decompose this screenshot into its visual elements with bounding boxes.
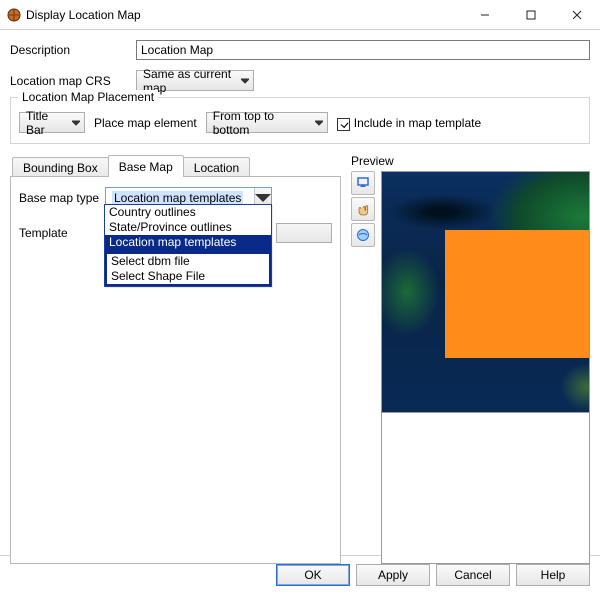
tab-bounding-box[interactable]: Bounding Box [12, 157, 109, 177]
tool-zoom-extent-icon[interactable] [351, 171, 375, 195]
include-template-checkbox[interactable]: Include in map template [337, 116, 481, 130]
placement-group: Location Map Placement Title Bar Place m… [10, 97, 590, 144]
crs-select[interactable]: Same as current map [136, 70, 254, 91]
tab-strip: Bounding Box Base Map Location [10, 154, 341, 176]
tool-pan-icon[interactable] [351, 197, 375, 221]
chevron-down-icon [315, 116, 323, 130]
button-label: Help [541, 568, 566, 582]
apply-button[interactable]: Apply [356, 564, 430, 586]
tool-refresh-icon[interactable] [351, 223, 375, 247]
button-label: Cancel [454, 568, 491, 582]
dropdown-option[interactable]: State/Province outlines [105, 220, 271, 235]
basemap-type-dropdown: Country outlines State/Province outlines… [104, 204, 272, 287]
tab-label: Bounding Box [23, 161, 98, 175]
place-element-label: Place map element [94, 116, 197, 130]
description-label: Description [10, 43, 136, 57]
button-label: OK [304, 568, 321, 582]
dropdown-option[interactable]: Country outlines [105, 205, 271, 220]
chevron-down-icon [72, 116, 80, 130]
template-browse-button[interactable] [276, 223, 332, 243]
basemap-type-value: Location map templates [112, 191, 243, 205]
cancel-button[interactable]: Cancel [436, 564, 510, 586]
button-label: Apply [378, 568, 408, 582]
basemap-type-label: Base map type [19, 191, 105, 205]
map-overlay-rectangle [445, 230, 590, 358]
minimize-button[interactable] [462, 0, 508, 30]
dropdown-option[interactable]: Select dbm file [107, 254, 269, 269]
place-element-select[interactable]: From top to bottom [206, 112, 328, 133]
tab-location[interactable]: Location [183, 157, 250, 177]
tab-label: Base Map [119, 160, 173, 174]
preview-label: Preview [351, 154, 590, 171]
placement-titlebar-value: Title Bar [26, 109, 64, 137]
description-input[interactable] [136, 40, 590, 60]
preview-empty-area [382, 412, 589, 563]
window-title: Display Location Map [26, 8, 141, 22]
placement-titlebar-select[interactable]: Title Bar [19, 112, 85, 133]
basemap-tab-panel: Base map type Location map templates Tem… [10, 176, 341, 564]
chevron-down-icon [241, 74, 249, 88]
place-element-value: From top to bottom [213, 109, 307, 137]
window-titlebar: Display Location Map [0, 0, 600, 30]
tab-label: Location [194, 161, 239, 175]
placement-group-title: Location Map Placement [18, 90, 158, 104]
tab-base-map[interactable]: Base Map [108, 155, 184, 177]
checkbox-icon [337, 118, 350, 131]
preview-canvas[interactable] [381, 171, 590, 564]
include-template-label: Include in map template [354, 116, 481, 130]
maximize-button[interactable] [508, 0, 554, 30]
dropdown-option[interactable]: Select Shape File [107, 269, 269, 284]
template-label: Template [19, 226, 105, 240]
ok-button[interactable]: OK [276, 564, 350, 586]
help-button[interactable]: Help [516, 564, 590, 586]
app-icon [6, 7, 22, 23]
crs-label: Location map CRS [10, 74, 136, 88]
dropdown-option-selected[interactable]: Location map templates [105, 235, 271, 250]
dialog-body: Description Location map CRS Same as cur… [0, 30, 600, 555]
close-button[interactable] [554, 0, 600, 30]
